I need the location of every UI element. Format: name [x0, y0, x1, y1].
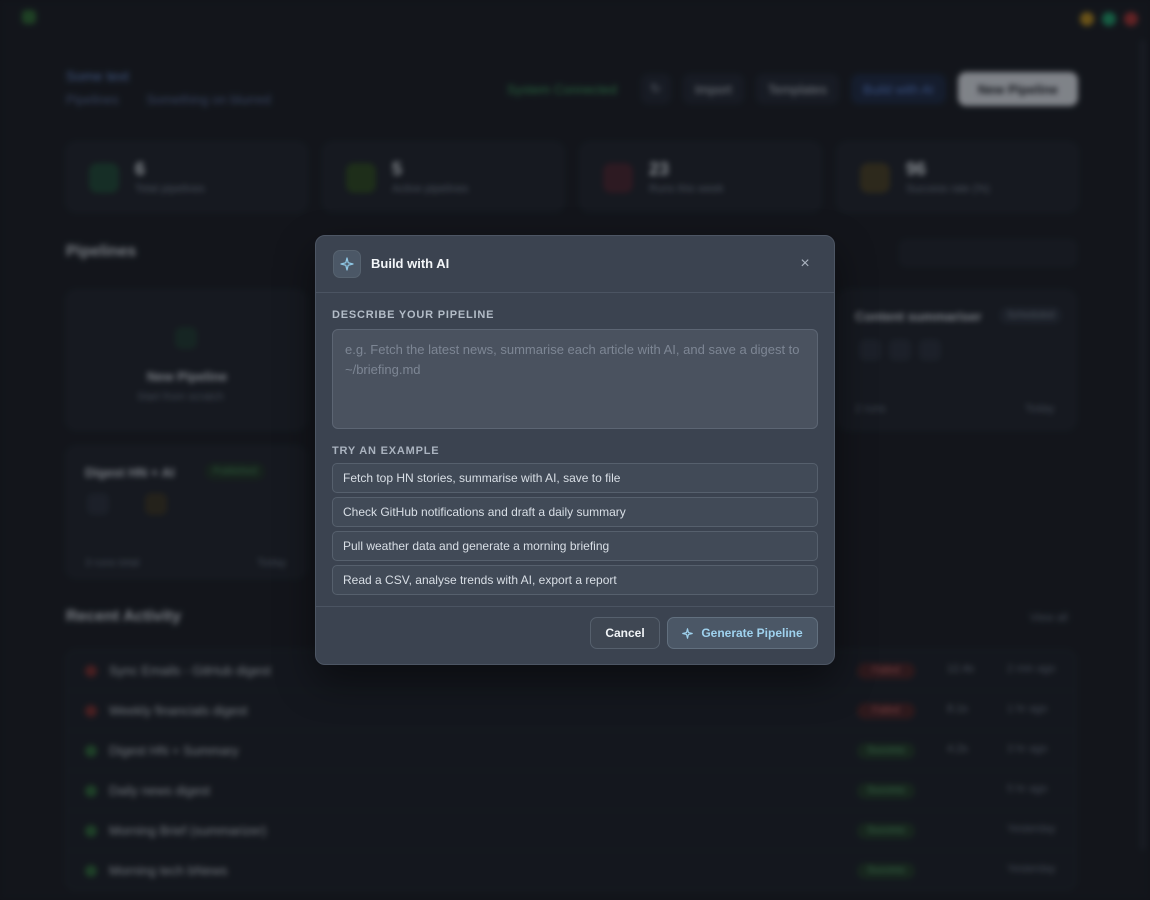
- example-prompt-button[interactable]: Pull weather data and generate a morning…: [332, 531, 818, 561]
- build-with-ai-dialog: Build with AI × DESCRIBE YOUR PIPELINE T…: [315, 235, 835, 665]
- describe-label: DESCRIBE YOUR PIPELINE: [332, 309, 495, 321]
- sparkle-icon: [682, 627, 694, 639]
- example-prompt-button[interactable]: Read a CSV, analyse trends with AI, expo…: [332, 565, 818, 595]
- example-list: Fetch top HN stories, summarise with AI,…: [332, 463, 818, 595]
- example-prompt-button[interactable]: Check GitHub notifications and draft a d…: [332, 497, 818, 527]
- dialog-title: Build with AI: [371, 256, 450, 271]
- dialog-footer: Cancel Generate Pipeline: [316, 606, 834, 664]
- generate-button-label: Generate Pipeline: [701, 626, 803, 640]
- close-icon[interactable]: ×: [794, 253, 816, 275]
- example-prompt-button[interactable]: Fetch top HN stories, summarise with AI,…: [332, 463, 818, 493]
- dialog-body: DESCRIBE YOUR PIPELINE TRY AN EXAMPLE Fe…: [316, 293, 834, 595]
- cancel-button[interactable]: Cancel: [590, 617, 660, 649]
- examples-label: TRY AN EXAMPLE: [332, 445, 440, 457]
- pipeline-description-input[interactable]: [332, 329, 818, 429]
- sparkle-icon: [333, 250, 361, 278]
- dialog-header: Build with AI ×: [316, 236, 834, 293]
- generate-pipeline-button[interactable]: Generate Pipeline: [667, 617, 818, 649]
